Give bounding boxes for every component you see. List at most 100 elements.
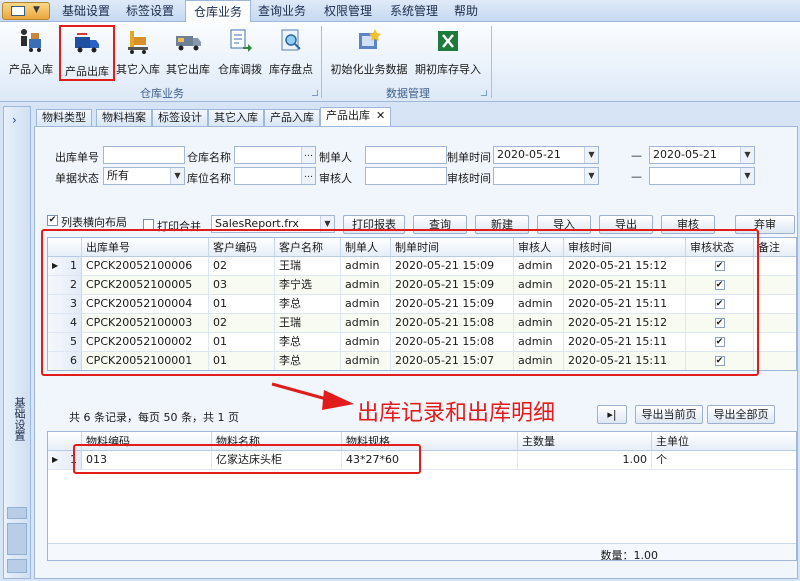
create-time-cell[interactable]: 2020-05-21 15:09 (391, 257, 514, 276)
order-no-cell[interactable]: CPCK20052100004 (82, 295, 209, 314)
column-header[interactable]: 主数量 (518, 432, 652, 451)
menu-item-help[interactable]: 帮助 (446, 0, 486, 22)
order-no-cell[interactable]: CPCK20052100002 (82, 333, 209, 352)
export-current-page-button[interactable]: 导出当前页 (635, 405, 703, 424)
menu-item-system-management[interactable]: 系统管理 (382, 0, 446, 22)
order-no-input[interactable] (103, 146, 185, 164)
audit-status-checkbox[interactable]: ✔ (714, 356, 725, 366)
row-number[interactable]: 4 (48, 314, 82, 333)
tab-other-inbound[interactable]: 其它入库 (208, 109, 264, 127)
note-cell[interactable] (754, 295, 796, 314)
auditor-input[interactable] (365, 167, 447, 185)
customer-code-cell[interactable]: 02 (209, 257, 275, 276)
row-number[interactable]: 3 (48, 295, 82, 314)
last-page-button[interactable]: ▸| (597, 405, 627, 424)
column-header[interactable]: 备注 (754, 238, 796, 257)
location-input[interactable]: … (234, 167, 316, 185)
creator-cell[interactable]: admin (341, 352, 391, 370)
audit-status-cell[interactable]: ✔ (686, 333, 754, 352)
audit-status-cell[interactable]: ✔ (686, 352, 754, 370)
warehouse-transfer-button[interactable]: 仓库调拨 (215, 25, 265, 81)
table-row[interactable]: ▶ 1 CPCK20052100006 02 王瑞 admin 2020-05-21 15:… (48, 257, 796, 276)
audit-status-cell[interactable]: ✔ (686, 314, 754, 333)
table-row[interactable]: 5 CPCK20052100002 01 李总 admin 2020-05-21 15:0… (48, 333, 796, 352)
opening-stock-import-button[interactable]: 期初库存导入 (412, 25, 484, 81)
audit-status-checkbox[interactable]: ✔ (714, 261, 725, 271)
customer-name-cell[interactable]: 王瑞 (275, 314, 341, 333)
import-button[interactable]: 导入 (537, 215, 591, 234)
tab-material-archive[interactable]: 物料档案 (96, 109, 152, 127)
table-row[interactable]: 6 CPCK20052100001 01 李总 admin 2020-05-21 15:0… (48, 352, 796, 370)
column-header[interactable]: 出库单号 (82, 238, 209, 257)
audit-time-cell[interactable]: 2020-05-21 15:12 (564, 257, 686, 276)
sidebar-panel-handle[interactable] (7, 523, 27, 555)
order-no-cell[interactable]: CPCK20052100006 (82, 257, 209, 276)
inventory-count-button[interactable]: 库存盘点 (266, 25, 316, 81)
menu-item-basic-settings[interactable]: 基础设置 (54, 0, 118, 22)
audit-time-cell[interactable]: 2020-05-21 15:11 (564, 352, 686, 370)
menu-item-label-settings[interactable]: 标签设置 (118, 0, 182, 22)
create-time-cell[interactable]: 2020-05-21 15:09 (391, 276, 514, 295)
warehouse-input[interactable]: … (234, 146, 316, 164)
column-header[interactable]: 物料编码 (82, 432, 212, 451)
sidebar-panel-handle[interactable] (7, 559, 27, 573)
note-cell[interactable] (754, 352, 796, 370)
print-merge-checkbox[interactable] (143, 219, 154, 230)
chevron-right-icon[interactable]: › (12, 113, 17, 127)
note-cell[interactable] (754, 333, 796, 352)
abandon-audit-button[interactable]: 弃审 (735, 215, 795, 234)
audit-time-cell[interactable]: 2020-05-21 15:11 (564, 333, 686, 352)
init-business-data-button[interactable]: 初始化业务数据 (328, 25, 410, 81)
report-file-select[interactable]: SalesReport.frx ▼ (211, 215, 335, 233)
menu-item-query-business[interactable]: 查询业务 (250, 0, 314, 22)
audit-status-cell[interactable]: ✔ (686, 276, 754, 295)
audit-status-cell[interactable]: ✔ (686, 295, 754, 314)
create-time-cell[interactable]: 2020-05-21 15:09 (391, 295, 514, 314)
chevron-down-icon[interactable]: ▼ (320, 216, 334, 232)
chevron-down-icon[interactable]: ▼ (584, 147, 598, 163)
chevron-down-icon[interactable]: ▼ (740, 147, 754, 163)
audit-time-cell[interactable]: 2020-05-21 15:12 (564, 314, 686, 333)
creator-cell[interactable]: admin (341, 333, 391, 352)
chevron-down-icon[interactable]: ▼ (740, 168, 754, 184)
note-cell[interactable] (754, 257, 796, 276)
row-number[interactable]: ▶ 1 (48, 451, 82, 470)
auditor-cell[interactable]: admin (514, 333, 564, 352)
order-no-cell[interactable]: CPCK20052100005 (82, 276, 209, 295)
creator-cell[interactable]: admin (341, 295, 391, 314)
create-time-to-input[interactable]: 2020-05-21 ▼ (649, 146, 755, 164)
creator-input[interactable] (365, 146, 447, 164)
outbound-detail-table[interactable]: 物料编码 物料名称 物料规格 主数量 主单位 ▶ 1 013 亿家达床头柜 43… (47, 431, 797, 561)
customer-code-cell[interactable]: 03 (209, 276, 275, 295)
note-cell[interactable] (754, 276, 796, 295)
audit-time-from-input[interactable]: ▼ (493, 167, 599, 185)
query-button[interactable]: 查询 (413, 215, 467, 234)
column-header[interactable]: 制单时间 (391, 238, 514, 257)
other-inbound-button[interactable]: 其它入库 (114, 25, 162, 81)
auditor-cell[interactable]: admin (514, 276, 564, 295)
unit-cell[interactable]: 个 (652, 451, 796, 470)
customer-name-cell[interactable]: 李总 (275, 352, 341, 370)
create-time-cell[interactable]: 2020-05-21 15:08 (391, 314, 514, 333)
table-row[interactable]: 4 CPCK20052100003 02 王瑞 admin 2020-05-21 15:0… (48, 314, 796, 333)
creator-cell[interactable]: admin (341, 257, 391, 276)
row-number[interactable]: 6 (48, 352, 82, 370)
customer-code-cell[interactable]: 01 (209, 352, 275, 370)
ellipsis-icon[interactable]: … (301, 147, 315, 163)
table-row[interactable]: ▶ 1 013 亿家达床头柜 43*27*60 1.00 个 (48, 451, 796, 470)
material-spec-cell[interactable]: 43*27*60 (342, 451, 518, 470)
table-row[interactable]: 3 CPCK20052100004 01 李总 admin 2020-05-21 15:0… (48, 295, 796, 314)
status-select[interactable]: 所有 ▼ (103, 167, 185, 185)
other-outbound-button[interactable]: 其它出库 (164, 25, 212, 81)
new-button[interactable]: 新建 (475, 215, 529, 234)
create-time-cell[interactable]: 2020-05-21 15:07 (391, 352, 514, 370)
creator-cell[interactable]: admin (341, 314, 391, 333)
customer-name-cell[interactable]: 李总 (275, 295, 341, 314)
sidebar-panel-handle[interactable] (7, 507, 27, 519)
column-header[interactable]: 制单人 (341, 238, 391, 257)
column-header[interactable]: 主单位 (652, 432, 796, 451)
export-all-pages-button[interactable]: 导出全部页 (707, 405, 775, 424)
audit-status-checkbox[interactable]: ✔ (714, 299, 725, 309)
menu-item-permission-management[interactable]: 权限管理 (316, 0, 380, 22)
product-outbound-button[interactable]: 产品出库 (59, 25, 115, 81)
